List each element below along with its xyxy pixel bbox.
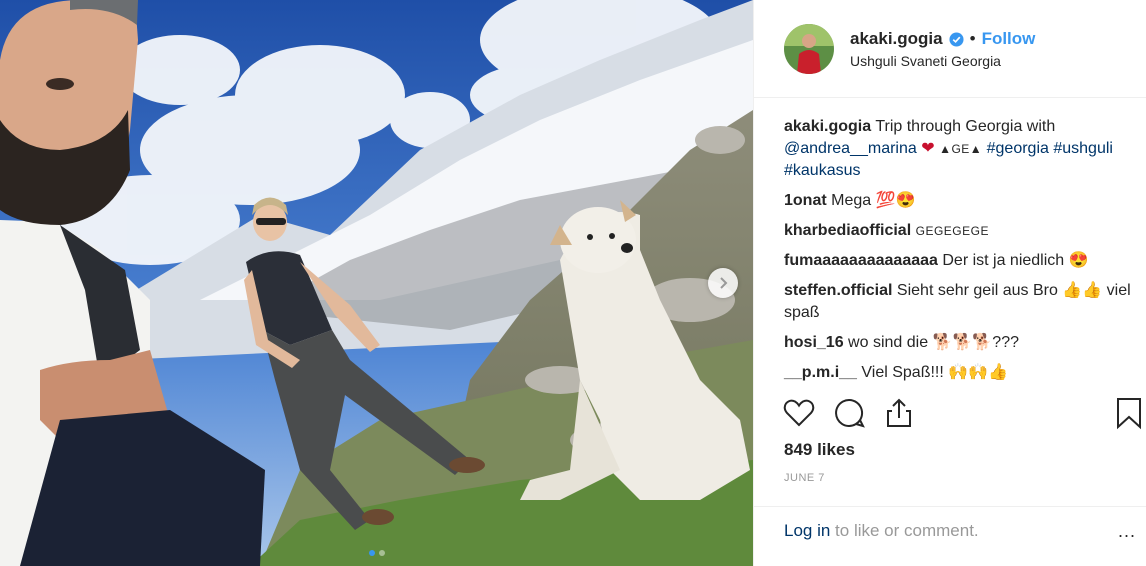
share-button[interactable] bbox=[882, 396, 916, 430]
comment-username[interactable]: steffen.official bbox=[784, 282, 892, 299]
comment-button[interactable] bbox=[832, 396, 866, 430]
comment-item: kharbediaofficial GEGEGEGE bbox=[784, 220, 1134, 242]
comment-footer: Log in to like or comment. ... bbox=[754, 506, 1146, 566]
heart-icon bbox=[783, 399, 815, 427]
login-prompt: Log in to like or comment. bbox=[784, 521, 979, 541]
login-prompt-text: to like or comment. bbox=[830, 521, 979, 540]
hashtag-link[interactable]: #ushguli bbox=[1053, 140, 1113, 157]
comment-username[interactable]: hosi_16 bbox=[784, 334, 844, 351]
comment-username[interactable]: 1onat bbox=[784, 192, 827, 209]
mention-link[interactable]: @andrea__marina bbox=[784, 140, 917, 157]
comment-text: Mega 💯😍 bbox=[831, 192, 916, 209]
comment-item: __p.m.i__ Viel Spaß!!! 🙌🙌👍 bbox=[784, 362, 1134, 384]
separator-dot: • bbox=[969, 29, 976, 48]
next-photo-button[interactable] bbox=[708, 268, 738, 298]
mountain-selfie-image bbox=[0, 0, 753, 566]
carousel-dot bbox=[378, 550, 385, 556]
comment-username[interactable]: fumaaaaaaaaaaaaaa bbox=[784, 252, 938, 269]
like-button[interactable] bbox=[782, 396, 816, 430]
header-user-line: akaki.gogia • Follow bbox=[850, 29, 1035, 49]
post-header: akaki.gogia • Follow Ushguli Svaneti Geo… bbox=[754, 0, 1146, 98]
comment-username[interactable]: kharbediaofficial bbox=[784, 222, 911, 239]
chevron-right-icon bbox=[720, 277, 728, 289]
avatar-image bbox=[784, 24, 834, 74]
carousel-dot bbox=[368, 550, 375, 556]
share-icon bbox=[887, 398, 911, 427]
carousel-dots bbox=[0, 550, 753, 556]
username-link[interactable]: akaki.gogia bbox=[850, 29, 943, 49]
likes-count[interactable]: 849 likes bbox=[784, 440, 855, 460]
login-link[interactable]: Log in bbox=[784, 521, 830, 540]
avatar[interactable] bbox=[784, 24, 834, 74]
follow-button[interactable]: Follow bbox=[982, 29, 1036, 49]
post-date: JUNE 7 bbox=[784, 472, 825, 484]
comment-item: fumaaaaaaaaaaaaaa Der ist ja niedlich 😍 bbox=[784, 250, 1134, 272]
comment-item: hosi_16 wo sind die 🐕🐕🐕??? bbox=[784, 332, 1134, 354]
comments-list: akaki.gogia Trip through Georgia with @a… bbox=[784, 116, 1134, 392]
hashtag-link[interactable]: #georgia bbox=[987, 140, 1049, 157]
save-button[interactable] bbox=[1112, 396, 1146, 430]
bookmark-icon bbox=[1117, 398, 1141, 430]
heart-emoji: ❤ bbox=[921, 140, 935, 157]
comment-item: steffen.official Sieht sehr geil aus Bro… bbox=[784, 280, 1134, 324]
action-bar bbox=[782, 396, 1142, 430]
comment-text: Viel Spaß!!! 🙌🙌👍 bbox=[861, 364, 1009, 381]
location-link[interactable]: Ushguli Svaneti Georgia bbox=[850, 53, 1001, 69]
hashtag-link[interactable]: #kaukasus bbox=[784, 162, 861, 179]
more-options-button[interactable]: ... bbox=[1118, 521, 1136, 542]
comment-text: GEGEGEGE bbox=[915, 224, 989, 238]
comment-icon bbox=[835, 398, 865, 428]
comment-text: Der ist ja niedlich 😍 bbox=[942, 252, 1089, 269]
comment-item: 1onat Mega 💯😍 bbox=[784, 190, 1134, 212]
post-photo[interactable] bbox=[0, 0, 753, 566]
caption: akaki.gogia Trip through Georgia with @a… bbox=[784, 116, 1134, 182]
post-details-panel: akaki.gogia • Follow Ushguli Svaneti Geo… bbox=[753, 0, 1146, 566]
flag-emoji: ▲GE▲ bbox=[939, 142, 983, 156]
comment-username[interactable]: __p.m.i__ bbox=[784, 364, 857, 381]
comment-text: wo sind die 🐕🐕🐕??? bbox=[848, 334, 1019, 351]
verified-badge-icon bbox=[949, 31, 964, 47]
caption-text: Trip through Georgia with bbox=[875, 118, 1056, 135]
caption-username[interactable]: akaki.gogia bbox=[784, 118, 871, 135]
